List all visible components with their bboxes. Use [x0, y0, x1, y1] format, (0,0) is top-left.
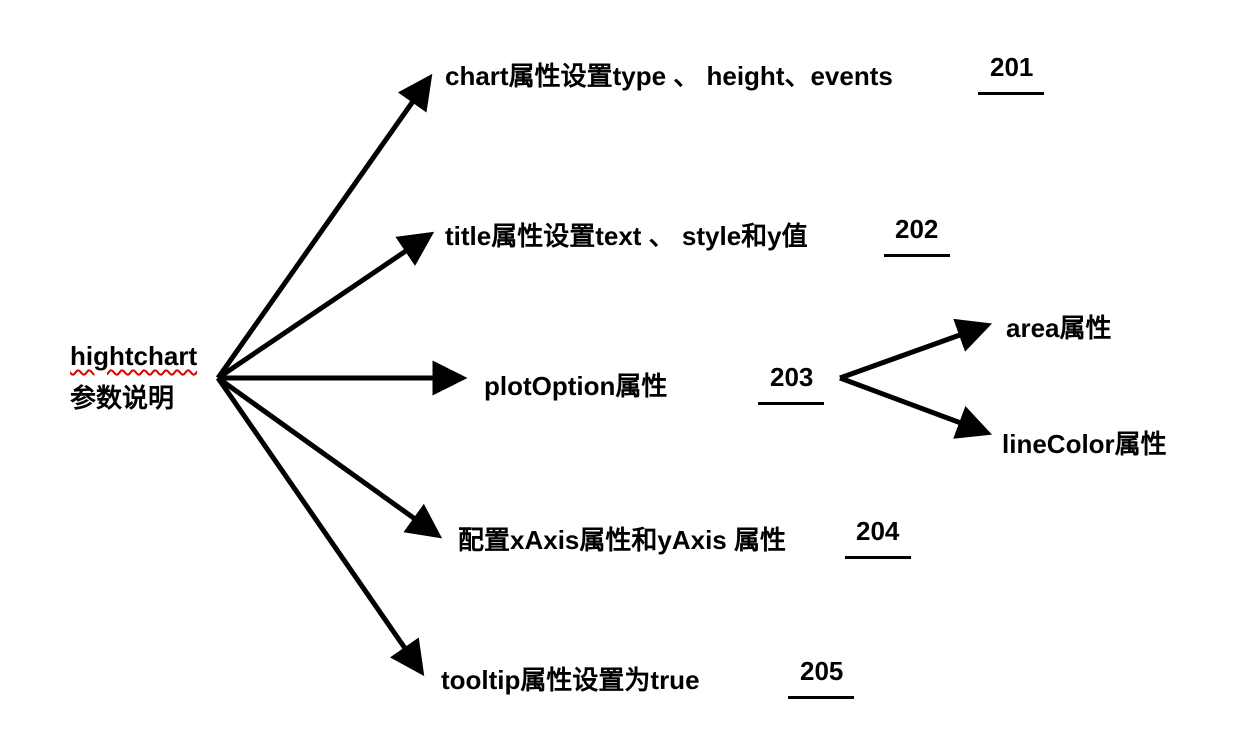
branch-3-text: plotOption属性 — [484, 366, 667, 403]
root-title-line1: hightchart — [70, 341, 197, 372]
branch-3-child-1: area属性 — [1006, 308, 1112, 345]
branch-2-ref: 202 — [895, 214, 938, 245]
branch-3-child-2: lineColor属性 — [1002, 424, 1167, 461]
branch-1-text: chart属性设置type 、 height、events — [445, 56, 893, 93]
branch-5-ref: 205 — [800, 656, 843, 687]
branch-2-ref-underline — [884, 254, 950, 257]
branch-4-text: 配置xAxis属性和yAxis 属性 — [458, 520, 786, 557]
branch-1-ref: 201 — [990, 52, 1033, 83]
branch-1-ref-underline — [978, 92, 1044, 95]
branch-5-ref-underline — [788, 696, 854, 699]
branch-5-text: tooltip属性设置为true — [441, 660, 700, 697]
branch-2-text: title属性设置text 、 style和y值 — [445, 216, 808, 253]
branch-3-ref: 203 — [770, 362, 813, 393]
branch-3-ref-underline — [758, 402, 824, 405]
branch-4-ref-underline — [845, 556, 911, 559]
branch-4-ref: 204 — [856, 516, 899, 547]
root-title-line2: 参数说明 — [70, 378, 174, 415]
